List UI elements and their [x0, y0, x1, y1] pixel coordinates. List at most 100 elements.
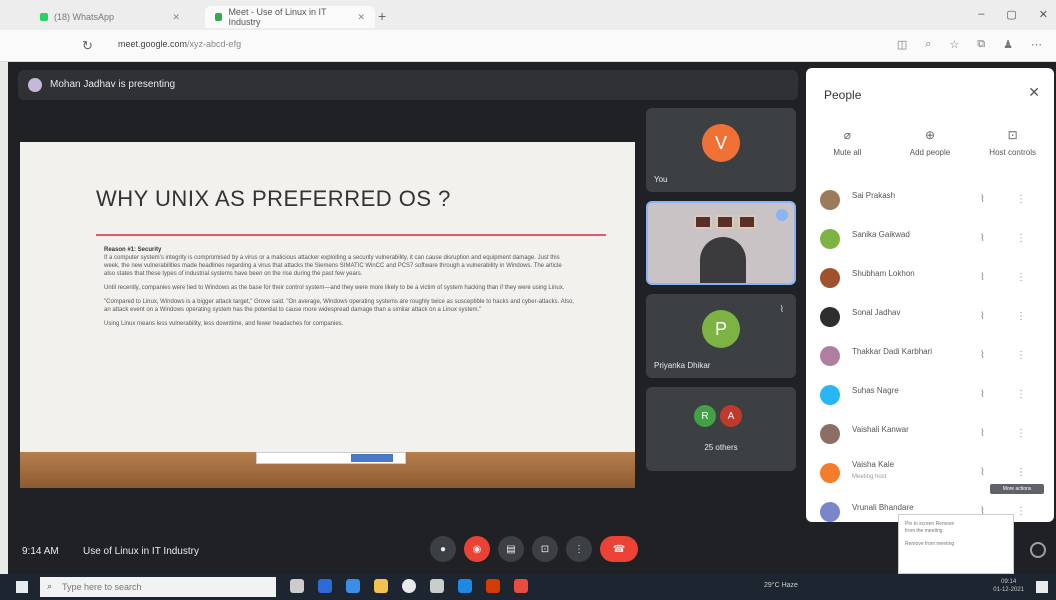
more-options-button[interactable]: ⋮ [566, 536, 592, 562]
more-icon[interactable]: ⋮ [1016, 311, 1026, 322]
activities-icon[interactable] [1030, 542, 1046, 558]
windows-start-icon[interactable] [16, 581, 28, 593]
participant-name: Vaisha Kale [852, 460, 895, 469]
list-item[interactable]: Vaishali Kanwar ⌇ ⋮ [806, 414, 1054, 453]
participant-name: Vaishali Kanwar [852, 425, 909, 434]
meet-window: Mohan Jadhav is presenting WHY UNIX AS P… [8, 62, 1056, 574]
mic-icon[interactable]: ⌇ [980, 467, 985, 478]
tab-meet[interactable]: Meet - Use of Linux in IT Industry ✕ [205, 6, 375, 28]
camera-icon[interactable]: ◫ [897, 38, 907, 51]
edge-icon[interactable] [458, 579, 472, 593]
notification-icon[interactable] [1036, 581, 1048, 593]
bag-icon[interactable] [430, 579, 444, 593]
others-count: 25 others [704, 443, 738, 452]
dropbox-icon[interactable] [346, 579, 360, 593]
mic-icon[interactable]: ⌇ [980, 194, 985, 205]
list-item[interactable]: Shubham Lokhon ⌇ ⋮ [806, 258, 1054, 297]
zoom-icon[interactable]: ⌕ [925, 38, 931, 51]
people-panel: People ✕ ⌀ Mute all ⊕ Add people ⊡ Host con… [806, 68, 1054, 522]
mic-icon[interactable]: ⌇ [980, 272, 985, 283]
taskbar-apps [290, 579, 528, 593]
captions-button[interactable]: ▤ [498, 536, 524, 562]
office-icon[interactable] [486, 579, 500, 593]
reload-icon[interactable]: ↻ [82, 38, 93, 54]
avatar [820, 345, 840, 366]
menu-item[interactable]: Remove from meeting [905, 541, 1007, 548]
participant-video [700, 237, 746, 283]
weather-text[interactable]: 29°C Haze [764, 582, 798, 589]
chrome-icon[interactable] [402, 579, 416, 593]
system-tray: 29°C Haze [764, 582, 798, 589]
list-item[interactable]: Suhas Nagre ⌇ ⋮ [806, 375, 1054, 414]
participant-tile-others[interactable]: R A 25 others [646, 387, 796, 471]
menu-item[interactable]: Pin to screen Remove [905, 521, 1007, 528]
pin-icon[interactable] [776, 209, 788, 221]
mic-off-icon: ⌀ [843, 128, 851, 142]
close-tab-icon[interactable]: ✕ [172, 12, 180, 23]
present-button[interactable]: ⊡ [532, 536, 558, 562]
slide-paragraph: Until recently, companies were tied to W… [104, 285, 565, 291]
list-item[interactable]: Sai Prakash ⌇ ⋮ [806, 180, 1054, 219]
task-view-icon[interactable] [290, 579, 304, 593]
tab-whatsapp[interactable]: (18) WhatsApp ✕ [30, 6, 190, 28]
avatar [820, 501, 840, 522]
end-call-button[interactable]: ☎ [600, 536, 638, 562]
avatar: A [720, 405, 742, 427]
mic-icon[interactable]: ⌇ [980, 389, 985, 400]
more-icon[interactable]: ⋮ [1016, 389, 1026, 400]
minimize-icon[interactable]: – [978, 8, 984, 21]
wall-frame [716, 215, 734, 229]
list-item[interactable]: Sonal Jadhav ⌇ ⋮ [806, 297, 1054, 336]
wall-frame [694, 215, 712, 229]
new-tab-button[interactable]: + [378, 8, 386, 24]
mic-icon[interactable]: ⌇ [980, 350, 985, 361]
more-icon[interactable]: ⋮ [1016, 194, 1026, 205]
whatsapp-icon [40, 13, 48, 21]
more-icon[interactable]: ⋮ [1016, 506, 1026, 517]
panel-actions: ⌀ Mute all ⊕ Add people ⊡ Host controls [806, 128, 1054, 157]
window-controls: – ▢ ✕ [978, 8, 1048, 21]
close-icon[interactable]: ✕ [1028, 84, 1040, 101]
presenting-banner: Mohan Jadhav is presenting [18, 70, 798, 100]
presenting-text: Mohan Jadhav is presenting [50, 79, 176, 90]
mic-icon[interactable]: ⌇ [980, 311, 985, 322]
add-people-button[interactable]: ⊕ Add people [894, 128, 966, 157]
mute-all-button[interactable]: ⌀ Mute all [811, 128, 883, 157]
file-explorer-icon[interactable] [374, 579, 388, 593]
taskbar-search-input[interactable]: ⌕ Type here to search [40, 577, 276, 597]
list-item[interactable]: Sanika Gaikwad ⌇ ⋮ [806, 219, 1054, 258]
participant-tile-you[interactable]: V You [646, 108, 796, 192]
collections-icon[interactable]: ⧉ [977, 38, 985, 51]
avatar [820, 189, 840, 210]
host-controls-button[interactable]: ⊡ Host controls [977, 128, 1049, 157]
store-icon[interactable] [318, 579, 332, 593]
meet-icon [215, 13, 223, 21]
more-icon[interactable]: ⋮ [1016, 233, 1026, 244]
browser-tab-bar: (18) WhatsApp ✕ Meet - Use of Linux in I… [0, 0, 1056, 30]
participant-tile-video[interactable] [646, 201, 796, 285]
close-tab-icon[interactable]: ✕ [357, 12, 365, 23]
taskbar-clock[interactable]: 09:14 01-12-2021 [993, 578, 1024, 594]
mic-button[interactable]: ● [430, 536, 456, 562]
profile-icon[interactable]: ♟ [1003, 38, 1013, 51]
more-icon[interactable]: ⋮ [1016, 467, 1026, 478]
slide-divider [96, 234, 606, 236]
menu-item[interactable]: from the meeting [905, 528, 1007, 535]
participant-tile-priyanka[interactable]: P Priyanka Dhikar ⌇ [646, 294, 796, 378]
mic-icon[interactable]: ⌇ [980, 233, 985, 244]
camera-off-button[interactable]: ◉ [464, 536, 490, 562]
more-icon[interactable]: ⋮ [1016, 428, 1026, 439]
list-item[interactable]: Thakkar Dadi Karbhari ⌇ ⋮ [806, 336, 1054, 375]
url-field[interactable]: meet.google.com/xyz-abcd-efg [118, 39, 241, 49]
close-window-icon[interactable]: ✕ [1039, 8, 1048, 21]
mic-icon[interactable]: ⌇ [980, 428, 985, 439]
tab-title: Meet - Use of Linux in IT Industry [228, 7, 327, 27]
more-icon[interactable]: ⋮ [1016, 272, 1026, 283]
participant-menu: Pin to screen Remove from the meeting Re… [898, 514, 1014, 574]
favorite-icon[interactable]: ☆ [949, 38, 959, 51]
menu-icon[interactable]: ⋯ [1031, 38, 1042, 51]
maximize-icon[interactable]: ▢ [1006, 8, 1016, 21]
app-icon[interactable] [514, 579, 528, 593]
more-icon[interactable]: ⋮ [1016, 350, 1026, 361]
avatar: P [702, 310, 740, 348]
